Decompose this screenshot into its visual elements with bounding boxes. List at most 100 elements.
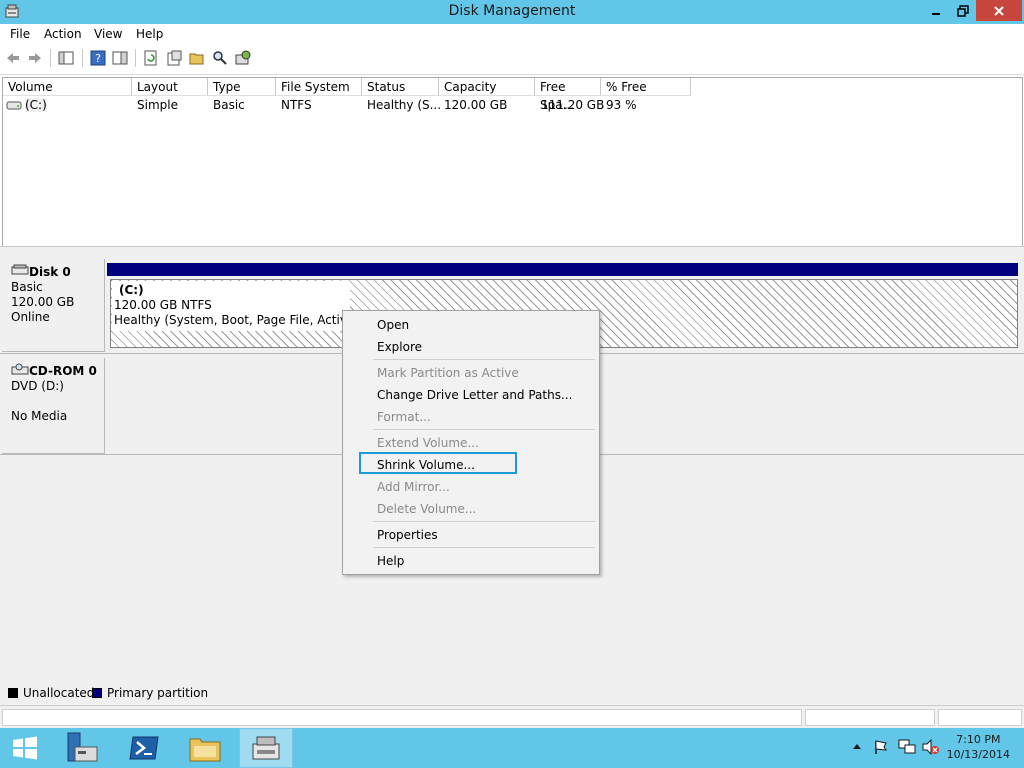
menu-help[interactable]: Help [136, 27, 163, 41]
menu-item-extend-volume: Extend Volume... [377, 436, 479, 450]
minimize-icon [931, 13, 940, 15]
menu-item-explore[interactable]: Explore [377, 340, 422, 354]
menu-item-help[interactable]: Help [377, 554, 404, 568]
toolbar-separator [50, 49, 51, 67]
cdrom-drive: DVD (D:) [11, 379, 64, 393]
menu-separator [373, 547, 595, 548]
partition-status: Healthy (System, Boot, Page File, Active… [114, 313, 376, 327]
shrink-volume-highlight [359, 452, 517, 474]
cdrom-state: No Media [11, 409, 68, 423]
cd-drive-icon [11, 363, 29, 375]
status-bar [0, 705, 1024, 728]
context-menu: Open Explore Mark Partition as Active Ch… [342, 310, 600, 575]
partition-c-label: (C:) 120.00 GB NTFS Healthy (System, Boo… [112, 281, 375, 331]
menu-item-mark-active: Mark Partition as Active [377, 366, 519, 380]
legend-primary-partition: Primary partition [107, 686, 209, 700]
action-center-flag-icon[interactable] [873, 739, 889, 755]
disk-type: Basic [11, 280, 43, 294]
disk-management-taskbar-button[interactable] [239, 728, 293, 768]
forward-arrow-icon[interactable] [27, 50, 43, 66]
legend: Unallocated Primary partition [0, 683, 1024, 705]
menu-separator [373, 521, 595, 522]
column-header-type[interactable]: Type [208, 78, 276, 96]
partition-name: (C:) [119, 283, 144, 297]
clock-date: 10/13/2014 [946, 748, 1010, 761]
disk-settings-icon[interactable] [235, 50, 251, 66]
title-bar: Disk Management [0, 0, 1024, 24]
restore-icon [956, 5, 969, 17]
volume-capacity: 120.00 GB [444, 98, 508, 112]
properties-icon[interactable] [166, 50, 182, 66]
disk-size: 120.00 GB [11, 295, 75, 309]
file-explorer-icon [189, 738, 221, 762]
column-header-volume[interactable]: Volume [3, 78, 132, 96]
powershell-button[interactable] [117, 728, 171, 768]
volume-muted-icon[interactable] [922, 739, 940, 755]
menu-item-add-mirror: Add Mirror... [377, 480, 450, 494]
column-header-layout[interactable]: Layout [132, 78, 208, 96]
menu-bar: File Action View Help [0, 24, 1024, 44]
volume-type: Basic [213, 98, 245, 112]
drive-icon [6, 101, 22, 110]
taskbar: 7:10 PM 10/13/2014 [0, 728, 1024, 768]
back-arrow-icon[interactable] [5, 50, 21, 66]
window-title: Disk Management [448, 3, 576, 19]
legend-unallocated: Unallocated [23, 686, 95, 700]
menu-item-open[interactable]: Open [377, 318, 409, 332]
volume-status: Healthy (S... [367, 98, 442, 112]
minimize-button[interactable] [922, 0, 949, 21]
menu-action[interactable]: Action [44, 27, 82, 41]
volume-percent-free: 93 % [606, 98, 637, 112]
disk-management-icon [252, 736, 280, 760]
clock[interactable]: 7:10 PM 10/13/2014 [947, 732, 1010, 762]
menu-item-delete-volume: Delete Volume... [377, 502, 477, 516]
start-button[interactable] [0, 728, 54, 768]
hard-disk-icon [11, 264, 29, 275]
server-manager-button[interactable] [56, 728, 110, 768]
status-pane-main [2, 709, 802, 726]
column-header-capacity[interactable]: Capacity [439, 78, 535, 96]
svg-text:?: ? [95, 52, 101, 65]
open-folder-icon[interactable] [189, 50, 205, 66]
disk-state: Online [11, 310, 50, 324]
disk-name: Disk 0 [29, 265, 71, 279]
clock-time: 7:10 PM [956, 733, 1001, 746]
restore-button[interactable] [949, 0, 976, 21]
status-pane-2 [805, 709, 935, 726]
menu-file[interactable]: File [10, 27, 30, 41]
partition-bar-primary[interactable] [107, 263, 1018, 276]
powershell-icon [129, 736, 159, 760]
volume-name: (C:) [25, 98, 47, 112]
partition-size: 120.00 GB NTFS [114, 298, 212, 312]
volume-free-space: 111.20 GB [541, 98, 605, 112]
toolbar-separator [82, 49, 83, 67]
show-hidden-icons-icon[interactable] [852, 742, 862, 752]
refresh-icon[interactable] [143, 50, 159, 66]
volume-layout: Simple [137, 98, 178, 112]
menu-item-change-drive-letter[interactable]: Change Drive Letter and Paths... [377, 388, 572, 402]
search-icon[interactable] [212, 50, 228, 66]
cdrom-0-info[interactable]: CD-ROM 0 DVD (D:) No Media [2, 358, 105, 454]
close-button[interactable] [976, 0, 1022, 21]
column-header-file-system[interactable]: File System [276, 78, 362, 96]
start-icon [13, 736, 37, 760]
toolbar-separator [135, 49, 136, 67]
menu-separator [373, 359, 595, 360]
file-explorer-button[interactable] [178, 728, 232, 768]
server-manager-icon [67, 732, 98, 762]
toolbar: ? [0, 44, 1024, 75]
volume-list: Volume Layout Type File System Status Ca… [2, 77, 1023, 247]
menu-item-properties[interactable]: Properties [377, 528, 438, 542]
column-header-free-space[interactable]: Free Spa... [535, 78, 601, 112]
menu-item-format: Format... [377, 410, 431, 424]
show-pane-icon[interactable] [112, 50, 128, 66]
network-icon[interactable] [898, 739, 916, 755]
menu-view[interactable]: View [94, 27, 122, 41]
console-tree-icon[interactable] [58, 50, 74, 66]
column-header-percent-free[interactable]: % Free [601, 78, 691, 96]
volume-file-system: NTFS [281, 98, 312, 112]
disk-0-info[interactable]: Disk 0 Basic 120.00 GB Online [2, 259, 105, 352]
column-header-status[interactable]: Status [362, 78, 439, 96]
help-icon[interactable]: ? [90, 50, 106, 66]
unallocated-swatch [8, 688, 18, 698]
